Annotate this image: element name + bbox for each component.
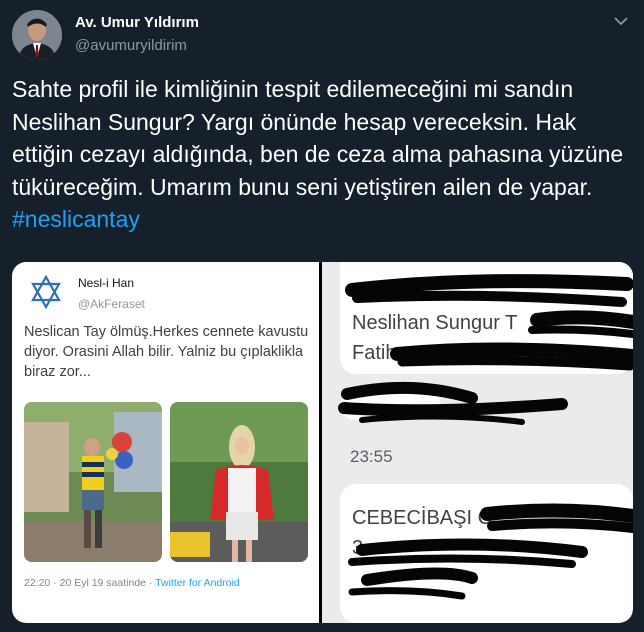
tweet-body: Sahte profil ile kimliğinin tespit edile… bbox=[12, 76, 630, 200]
redaction-scribbles bbox=[338, 274, 633, 600]
person-avatar-icon bbox=[12, 10, 62, 60]
embedded-timestamp: 22:20 · 20 Eyl 19 saatinde · bbox=[24, 577, 156, 589]
embedded-photo-2 bbox=[170, 402, 308, 562]
star-of-david-logo-icon bbox=[28, 274, 64, 310]
chevron-down-icon bbox=[614, 17, 628, 26]
author-name[interactable]: Av. Umur Yıldırım bbox=[75, 14, 199, 31]
embedded-photo-1 bbox=[24, 402, 162, 562]
hashtag-link[interactable]: #neslicantay bbox=[12, 206, 140, 232]
embedded-source: Twitter for Android bbox=[155, 577, 240, 589]
media-image-embedded-tweet[interactable]: Nesl-i Han @AkFeraset Neslican Tay ölmüş… bbox=[12, 262, 319, 623]
embedded-tweet-text: Neslican Tay ölmüş.Herkes cennete kavust… bbox=[24, 324, 313, 380]
author-handle[interactable]: @avumuryildirim bbox=[75, 37, 187, 54]
embedded-tweet-meta: 22:20 · 20 Eyl 19 saatinde · Twitter for… bbox=[24, 577, 240, 589]
media-image-sms[interactable]: Neslihan Sungur T Fatih 23:55 CEBECİBAŞI… bbox=[322, 262, 633, 623]
tweet-media[interactable]: Nesl-i Han @AkFeraset Neslican Tay ölmüş… bbox=[12, 262, 633, 623]
tweet-text: Sahte profil ile kimliğinin tespit edile… bbox=[12, 73, 632, 236]
avatar[interactable] bbox=[12, 10, 62, 60]
embedded-author-handle: @AkFeraset bbox=[78, 297, 145, 311]
tweet-menu-button[interactable] bbox=[612, 12, 630, 30]
embedded-author-name: Nesl-i Han bbox=[78, 276, 135, 290]
